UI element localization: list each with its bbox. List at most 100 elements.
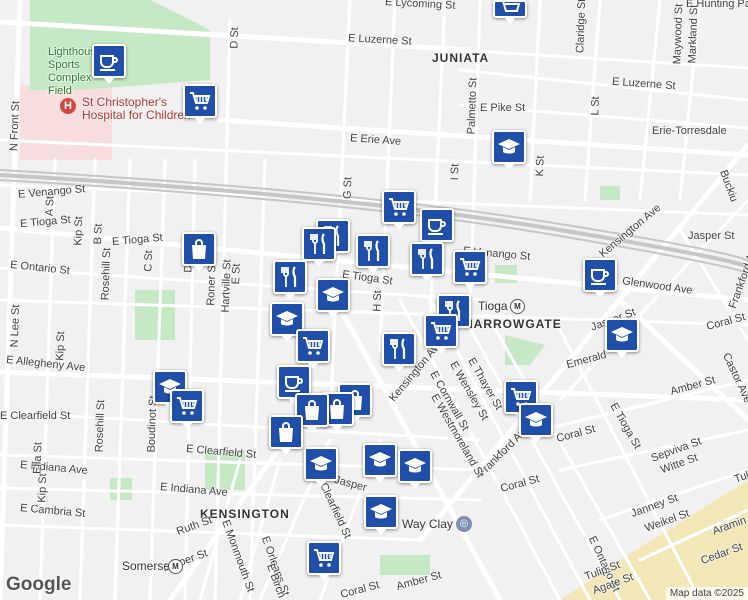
street-label: E Clearfield St [0, 410, 71, 422]
street-label: Somerset [122, 559, 174, 573]
grocery-marker[interactable] [453, 250, 487, 290]
grocery-marker[interactable] [493, 0, 527, 24]
cafe-marker[interactable] [92, 44, 126, 84]
store-marker[interactable] [182, 232, 216, 272]
business-label[interactable]: Way Clay [402, 518, 453, 530]
school-icon [276, 311, 298, 326]
street-label: D St [228, 27, 242, 49]
school-marker[interactable] [363, 443, 397, 483]
street-label: K St [534, 155, 547, 177]
street-label: Erie-Torresdale [652, 125, 727, 137]
store-marker[interactable] [269, 415, 303, 455]
restaurant-marker[interactable] [382, 332, 416, 372]
metro-icon: M [510, 299, 525, 314]
school-icon [369, 452, 391, 467]
park-7 [380, 555, 430, 575]
school-icon [498, 139, 520, 154]
school-marker[interactable] [364, 495, 398, 535]
street-label: Claridge St [574, 0, 589, 54]
street-label: H St [371, 290, 385, 312]
street-label: Kip St [72, 216, 86, 246]
shopping-cart-icon [177, 397, 198, 415]
school-icon [370, 504, 392, 519]
shopping-cart-icon [500, 0, 521, 12]
shopping-bag-icon [279, 422, 293, 442]
school-icon [611, 327, 633, 342]
map-canvas[interactable]: JUNIATA HARROWGATE KENSINGTON E Luzerne … [0, 0, 748, 600]
park-3 [110, 478, 132, 500]
shopping-cart-icon [314, 549, 335, 567]
street-label: G St [341, 176, 355, 200]
restaurant-marker[interactable] [410, 242, 444, 282]
google-logo[interactable]: Google [6, 574, 71, 596]
fork-knife-icon [390, 338, 406, 359]
school-marker[interactable] [492, 130, 526, 170]
metro-icon: M [168, 559, 183, 574]
street-label: E Pike St [480, 102, 526, 114]
restaurant-marker[interactable] [273, 260, 307, 300]
cafe-icon [100, 55, 118, 71]
cafe-marker[interactable] [583, 258, 617, 298]
school-icon [404, 458, 426, 473]
park-6 [600, 186, 620, 200]
fork-knife-icon [364, 240, 380, 261]
street-label: B St [92, 223, 105, 245]
neighborhood-label: HARROWGATE [464, 317, 562, 331]
school-marker[interactable] [316, 278, 350, 318]
school-icon [525, 412, 547, 427]
school-marker[interactable] [605, 318, 639, 358]
school-marker[interactable] [304, 447, 338, 487]
school-icon [322, 287, 344, 302]
street-label: Hartville St [219, 259, 234, 313]
street-label: Kip St [36, 473, 50, 503]
street-label: Roner St [204, 262, 219, 306]
shopping-cart-icon [431, 322, 452, 340]
grocery-marker[interactable] [296, 329, 330, 369]
park-1 [135, 290, 175, 340]
street-label: Rosehill St [93, 399, 108, 453]
shop-icon: ◎ [456, 516, 472, 532]
shopping-cart-icon [190, 92, 211, 110]
street-label: A St [43, 195, 57, 217]
cafe-marker[interactable] [420, 208, 454, 248]
street-label: I St [448, 163, 462, 181]
street-label: N Front St [8, 100, 22, 152]
shopping-bag-icon [192, 239, 206, 259]
cafe-icon [591, 269, 609, 285]
street-label: N Lee St [8, 304, 23, 348]
cafe-icon [285, 376, 303, 392]
hospital-icon: H [60, 98, 76, 114]
street-label: Palmetto St [465, 77, 480, 135]
street-label: Ella St [31, 441, 45, 475]
street-label: L St [589, 96, 602, 116]
shopping-cart-icon [303, 337, 324, 355]
neighborhood-label: JUNIATA [432, 51, 490, 65]
shopping-cart-icon [460, 258, 481, 276]
grocery-marker[interactable] [382, 190, 416, 230]
street-label: Markland St [686, 4, 701, 64]
grocery-marker[interactable] [170, 389, 204, 429]
fork-knife-icon [418, 248, 434, 269]
neighborhood-label: KENSINGTON [200, 507, 290, 521]
street-label: Kip St [54, 331, 68, 361]
map-attribution[interactable]: Map data ©2025 [665, 587, 748, 600]
shopping-bag-icon [305, 400, 319, 420]
grocery-marker[interactable] [307, 541, 341, 581]
cafe-icon [428, 219, 446, 235]
street-label: Maywood St [671, 3, 686, 65]
street-label: Rosehill St [99, 247, 114, 301]
park-5 [505, 335, 545, 365]
school-marker[interactable] [398, 449, 432, 489]
street-label: Jasper St [688, 230, 735, 242]
school-marker[interactable] [519, 403, 553, 443]
grocery-marker[interactable] [183, 84, 217, 124]
street-label: C St [142, 250, 156, 272]
school-icon [310, 456, 332, 471]
restaurant-marker[interactable] [302, 227, 336, 267]
shopping-cart-icon [389, 198, 410, 216]
grocery-marker[interactable] [424, 314, 458, 354]
fork-knife-icon [281, 266, 297, 287]
restaurant-marker[interactable] [356, 234, 390, 274]
fork-knife-icon [310, 233, 326, 254]
station-label[interactable]: Tioga [478, 300, 508, 312]
